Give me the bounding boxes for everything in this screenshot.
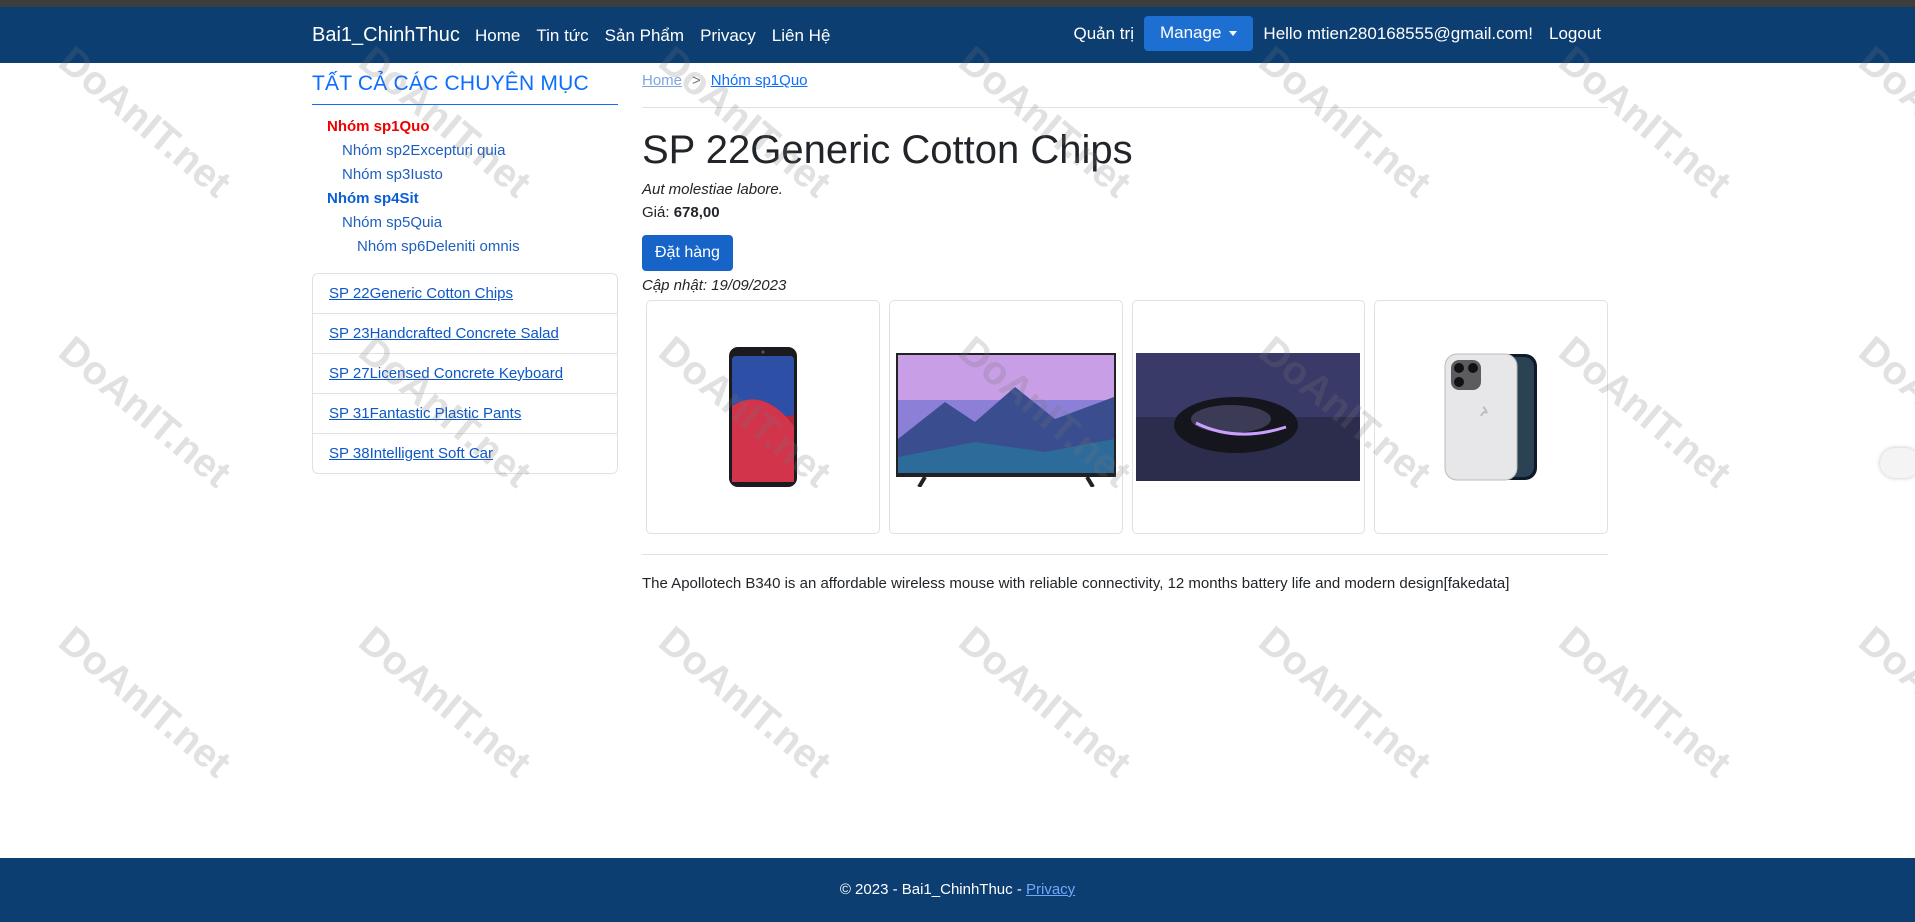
product-link[interactable]: SP 22Generic Cotton Chips	[329, 285, 513, 302]
product-link[interactable]: SP 38Intelligent Soft Car	[329, 445, 493, 462]
floating-widget-button[interactable]	[1880, 448, 1915, 478]
nav-links: Home Tin tức Sản Phẩm Privacy Liên Hệ	[475, 26, 830, 46]
watermark-text: DoAnIT.net	[350, 618, 539, 787]
divider	[642, 554, 1608, 555]
list-item: SP 23Handcrafted Concrete Salad	[313, 314, 617, 354]
main-content: Home > Nhóm sp1Quo SP 22Generic Cotton Chi…	[642, 72, 1608, 592]
category-item[interactable]: Nhóm sp2Excepturi quia	[312, 139, 618, 163]
image-card[interactable]	[1374, 300, 1608, 534]
image-card[interactable]	[888, 300, 1123, 534]
logout-button[interactable]: Logout	[1549, 24, 1601, 44]
price-row: Giá: 678,00	[642, 204, 1608, 221]
product-short-description: Aut molestiae labore.	[642, 181, 783, 198]
breadcrumb: Home > Nhóm sp1Quo	[642, 72, 1608, 108]
sidebar: TẤT CẢ CÁC CHUYÊN MỤC Nhóm sp1Quo Nhóm s…	[312, 72, 618, 474]
watermark-text: DoAnIT.net	[1250, 618, 1439, 787]
product-link[interactable]: SP 23Handcrafted Concrete Salad	[329, 325, 559, 342]
category-item[interactable]: Nhóm sp1Quo	[312, 115, 618, 139]
price-value: 678,00	[673, 204, 720, 221]
watermark-text: DoAnIT.net	[1850, 38, 1915, 207]
admin-label: Quản trị	[1073, 23, 1134, 43]
category-item[interactable]: Nhóm sp6Deleniti omnis	[312, 235, 618, 259]
related-products-list: SP 22Generic Cotton Chips SP 23Handcraft…	[312, 273, 618, 474]
manage-dropdown-button[interactable]: Manage	[1143, 16, 1254, 51]
footer: © 2023 - Bai1_ChinhThuc - Privacy	[0, 858, 1915, 922]
list-item: SP 27Licensed Concrete Keyboard	[313, 354, 617, 394]
product-link[interactable]: SP 31Fantastic Plastic Pants	[329, 405, 521, 422]
manage-label: Manage	[1159, 23, 1222, 42]
category-item[interactable]: Nhóm sp5Quia	[312, 211, 618, 235]
updated-date: Cập nhật: 19/09/2023	[642, 277, 787, 294]
breadcrumb-separator: >	[692, 72, 701, 89]
image-card[interactable]	[646, 300, 880, 534]
watermark-text: DoAnIT.net	[50, 38, 239, 207]
price-label: Giá:	[642, 204, 670, 221]
watermark-text: DoAnIT.net	[1850, 618, 1915, 787]
top-strip	[0, 0, 1915, 7]
product-description: The Apollotech B340 is an affordable wir…	[642, 575, 1510, 592]
list-item: SP 38Intelligent Soft Car	[313, 434, 617, 473]
list-item: SP 31Fantastic Plastic Pants	[313, 394, 617, 434]
product-link[interactable]: SP 27Licensed Concrete Keyboard	[329, 365, 563, 382]
watermark-text: DoAnIT.net	[650, 618, 839, 787]
tv-image	[895, 353, 1116, 487]
order-button[interactable]: Đặt hàng	[642, 235, 733, 271]
iphone-image	[1444, 353, 1538, 481]
watermark-text: DoAnIT.net	[50, 618, 239, 787]
image-gallery	[646, 300, 1608, 534]
breadcrumb-current[interactable]: Nhóm sp1Quo	[711, 72, 808, 89]
footer-privacy-link[interactable]: Privacy	[1026, 881, 1075, 898]
navbar: Bai1_ChinhThuc Home Tin tức Sản Phẩm Pri…	[0, 7, 1915, 63]
brand-link[interactable]: Bai1_ChinhThuc	[312, 24, 460, 47]
list-item: SP 22Generic Cotton Chips	[313, 274, 617, 314]
nav-news[interactable]: Tin tức	[536, 26, 588, 46]
category-tree: Nhóm sp1Quo Nhóm sp2Excepturi quia Nhóm …	[312, 115, 618, 259]
breadcrumb-home[interactable]: Home	[642, 72, 682, 89]
nav-products[interactable]: Sản Phẩm	[605, 26, 684, 46]
caret-down-icon	[1229, 30, 1238, 36]
footer-copyright: © 2023 - Bai1_ChinhThuc -	[839, 881, 1026, 898]
nav-contact[interactable]: Liên Hệ	[772, 26, 831, 46]
watermark-text: DoAnIT.net	[50, 328, 239, 497]
nav-home[interactable]: Home	[475, 26, 520, 46]
image-card[interactable]	[1131, 300, 1366, 534]
nav-privacy[interactable]: Privacy	[700, 26, 756, 46]
category-item[interactable]: Nhóm sp4Sit	[312, 187, 618, 211]
watermark-text: DoAnIT.net	[950, 618, 1139, 787]
category-item[interactable]: Nhóm sp3Iusto	[312, 163, 618, 187]
user-greeting[interactable]: Hello mtien280168555@gmail.com!	[1263, 24, 1533, 44]
mouse-image	[1136, 353, 1361, 481]
phone-image	[728, 347, 797, 487]
sidebar-heading: TẤT CẢ CÁC CHUYÊN MỤC	[312, 72, 618, 105]
nav-right: Quản trị Manage Hello mtien280168555@gma…	[1073, 16, 1601, 51]
page-title: SP 22Generic Cotton Chips	[642, 128, 1133, 172]
watermark-text: DoAnIT.net	[1550, 618, 1739, 787]
